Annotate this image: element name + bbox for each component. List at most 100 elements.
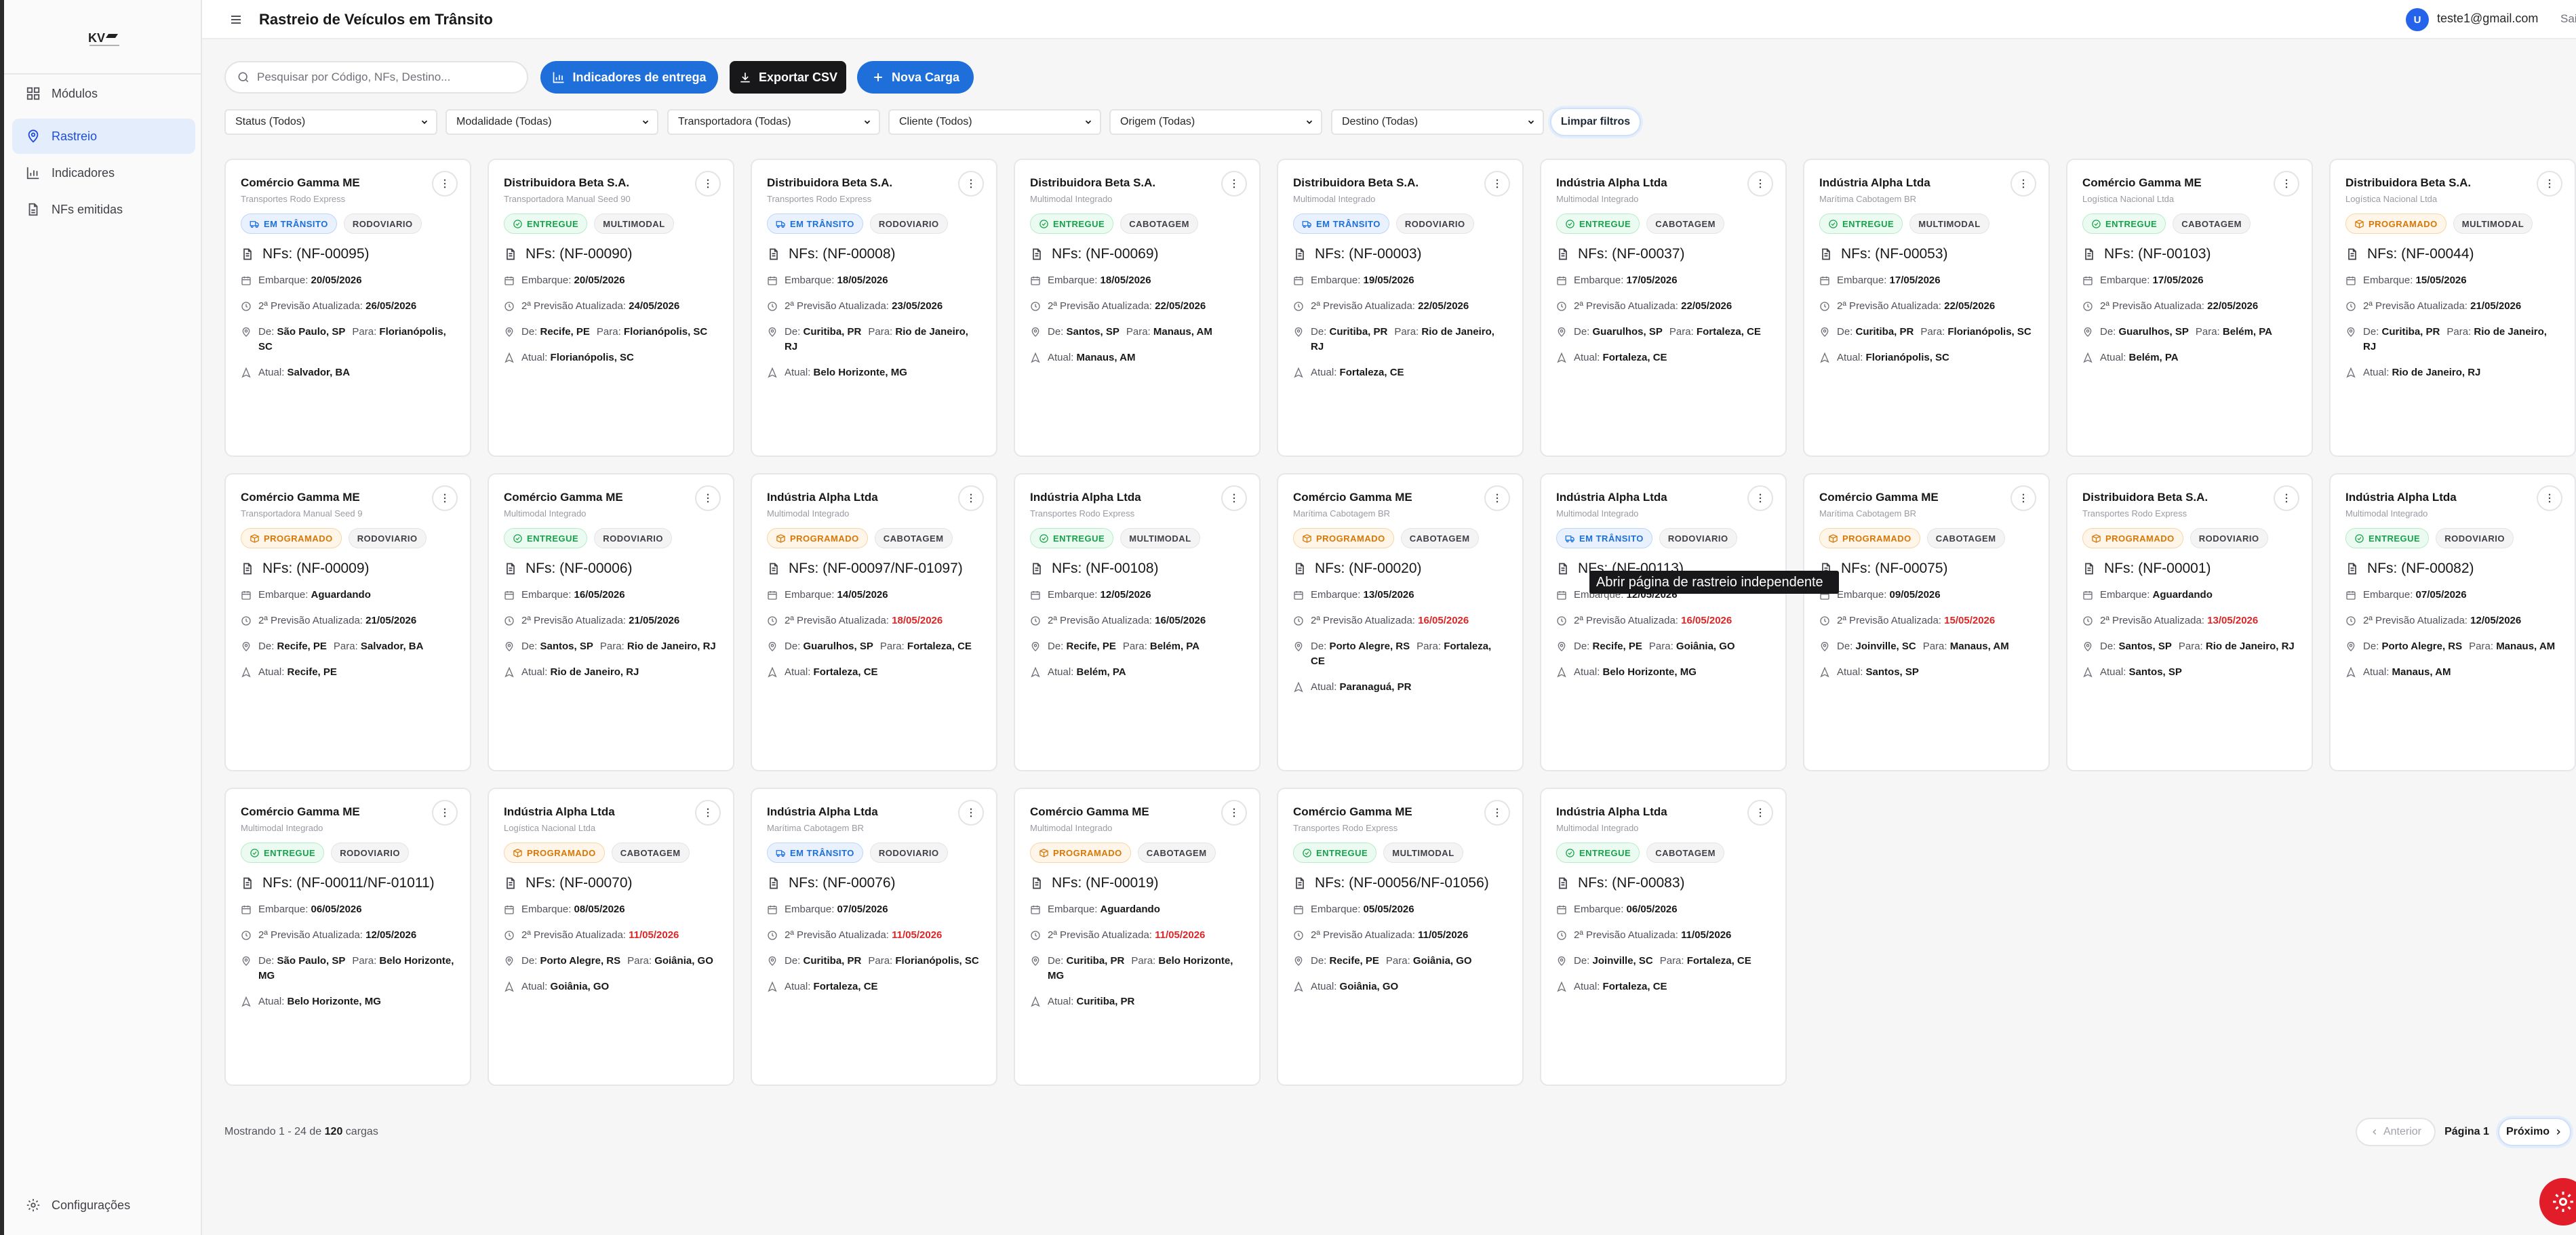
sidebar-item-indicadores[interactable]: Indicadores [12,155,195,190]
card-menu-button[interactable] [695,485,721,511]
cargo-card[interactable]: Indústria Alpha Ltda Logística Nacional L… [488,788,734,1086]
sidebar-item-nfs-emitidas[interactable]: NFs emitidas [12,192,195,227]
field-label: Atual: [1574,666,1600,678]
origin-city: Recife, PE [1066,641,1116,652]
card-menu-button[interactable] [958,800,984,826]
cargo-card[interactable]: Indústria Alpha Ltda Multimodal Integrado… [751,473,997,771]
cargo-card[interactable]: Comércio Gamma ME Marítima Cabotagem BR PR… [1277,473,1524,771]
cargo-card[interactable]: Comércio Gamma ME Transportes Rodo Expres… [224,159,471,457]
filter-status[interactable]: Status (Todos) [224,109,437,135]
card-nfs-value: NFs: (NF-00103) [2104,246,2211,262]
more-vertical-icon [2548,493,2551,503]
sidebar-item-configuracoes[interactable]: Configurações [12,1188,195,1223]
card-menu-button[interactable] [1484,171,1510,197]
card-menu-button[interactable] [2010,485,2036,511]
card-menu-button[interactable] [1221,485,1247,511]
truck-icon [1302,220,1311,228]
field-label: De: [521,955,538,967]
cargo-card[interactable]: Indústria Alpha Ltda Transportes Rodo Exp… [1014,473,1261,771]
card-menu-button[interactable] [2274,171,2299,197]
cargo-card[interactable]: Indústria Alpha Ltda Multimodal Integrado… [1540,159,1787,457]
card-menu-button[interactable] [1747,485,1773,511]
cargo-card[interactable]: Distribuidora Beta S.A. Transportadora Ma… [488,159,734,457]
row-atual-text: Atual: Fortaleza, CE [785,979,981,994]
cargo-card[interactable]: Indústria Alpha Ltda Marítima Cabotagem B… [751,788,997,1086]
destination-city: Fortaleza, CE [1686,955,1751,967]
search-input[interactable] [257,70,515,84]
settings-fab-button[interactable] [2539,1178,2576,1226]
card-menu-button[interactable] [1484,800,1510,826]
card-menu-button[interactable] [432,800,458,826]
next-page-button[interactable]: Próximo [2498,1118,2571,1146]
cargo-card[interactable]: Comércio Gamma ME Multimodal Integrado ENT… [224,788,471,1086]
clear-filters-button[interactable]: Limpar filtros [1550,108,1641,136]
card-carrier-name: Transportes Rodo Express [241,194,346,204]
card-menu-button[interactable] [2010,171,2036,197]
cargo-card[interactable]: Indústria Alpha Ltda Multimodal Integrado… [1540,788,1787,1086]
field-label: Embarque: [1574,275,1624,286]
document-icon [1296,877,1304,889]
row-embarque-text: Embarque: 05/05/2026 [1311,902,1507,917]
search-box[interactable] [224,61,528,94]
card-menu-button[interactable] [695,171,721,197]
card-client-name: Distribuidora Beta S.A. [767,176,893,189]
cargo-card[interactable]: Distribuidora Beta S.A. Multimodal Integr… [1277,159,1524,457]
calendar-icon [2083,591,2093,600]
filter-transportadora[interactable]: Transportadora (Todas) [667,109,880,135]
cargo-card[interactable]: Comércio Gamma ME Multimodal Integrado PRO… [1014,788,1261,1086]
cargo-card[interactable]: Distribuidora Beta S.A. Multimodal Integr… [1014,159,1261,457]
card-menu-button[interactable] [432,485,458,511]
card-menu-button[interactable] [1747,171,1773,197]
logout-link[interactable]: Sair [2560,12,2576,26]
card-menu-button[interactable] [695,800,721,826]
card-menu-button[interactable] [2537,485,2562,511]
export-csv-button[interactable]: Exportar CSV [730,61,846,94]
filter-origem[interactable]: Origem (Todas) [1109,109,1322,135]
filter-modalidade[interactable]: Modalidade (Todas) [445,109,658,135]
card-menu-button[interactable] [1221,171,1247,197]
row-embarque-text: Embarque: 13/05/2026 [1311,588,1507,603]
previous-page-button[interactable]: Anterior [2356,1118,2436,1146]
more-vertical-icon [443,493,446,503]
user-avatar[interactable]: U [2406,8,2429,31]
cargo-card[interactable]: Indústria Alpha Ltda Multimodal Integrado… [2329,473,2576,771]
sidebar-item-rastreio[interactable]: Rastreio [12,119,195,154]
filter-destino[interactable]: Destino (Todas) [1331,109,1544,135]
modality-badge-label: RODOVIARIO [2198,533,2259,544]
delivery-indicators-button[interactable]: Indicadores de entrega [540,61,718,94]
menu-toggle-button[interactable] [228,12,244,28]
card-menu-button[interactable] [1484,485,1510,511]
filter-cliente[interactable]: Cliente (Todos) [888,109,1101,135]
cargo-card[interactable]: Comércio Gamma ME Transportes Rodo Expres… [1277,788,1524,1086]
cargo-card[interactable]: Distribuidora Beta S.A. Transportes Rodo … [2066,473,2313,771]
cargo-card[interactable]: Indústria Alpha Ltda Multimodal Integrado… [1540,473,1787,771]
more-vertical-icon [707,179,709,188]
card-menu-button[interactable] [1747,800,1773,826]
field-label: 2ª Previsão Atualizada: [521,929,626,941]
company-logo-icon[interactable]: KV [84,27,125,52]
document-icon [1559,248,1567,260]
row-route-text: De: Curitiba, PR Para: Rio de Janeiro, RJ [2363,325,2560,355]
card-menu-button[interactable] [432,171,458,197]
modality-badge: MULTIMODAL [2453,214,2533,234]
navigation-icon [768,667,777,678]
card-menu-button[interactable] [2537,171,2562,197]
cargo-card[interactable]: Comércio Gamma ME Logística Nacional Ltda… [2066,159,2313,457]
cargo-card[interactable]: Comércio Gamma ME Marítima Cabotagem BR PR… [1803,473,2050,771]
cargo-card[interactable]: Distribuidora Beta S.A. Logística Naciona… [2329,159,2576,457]
cargo-card[interactable]: Indústria Alpha Ltda Marítima Cabotagem B… [1803,159,2050,457]
new-cargo-button[interactable]: Nova Carga [857,61,974,94]
status-badge-label: PROGRAMADO [264,533,333,544]
origin-city: Recife, PE [540,326,590,338]
card-menu-button[interactable] [1221,800,1247,826]
row-route-text: De: Recife, PE Para: Goiânia, GO [1574,639,1770,654]
card-menu-button[interactable] [2274,485,2299,511]
cargo-card[interactable]: Comércio Gamma ME Multimodal Integrado ENT… [488,473,734,771]
current-location: Belém, PA [2128,352,2179,363]
cargo-card[interactable]: Comércio Gamma ME Transportadora Manual S… [224,473,471,771]
card-menu-button[interactable] [958,485,984,511]
cargo-card[interactable]: Distribuidora Beta S.A. Transportes Rodo … [751,159,997,457]
sidebar-item-modulos[interactable]: Módulos [12,76,195,111]
status-badge: PROGRAMADO [1030,843,1131,863]
card-menu-button[interactable] [958,171,984,197]
